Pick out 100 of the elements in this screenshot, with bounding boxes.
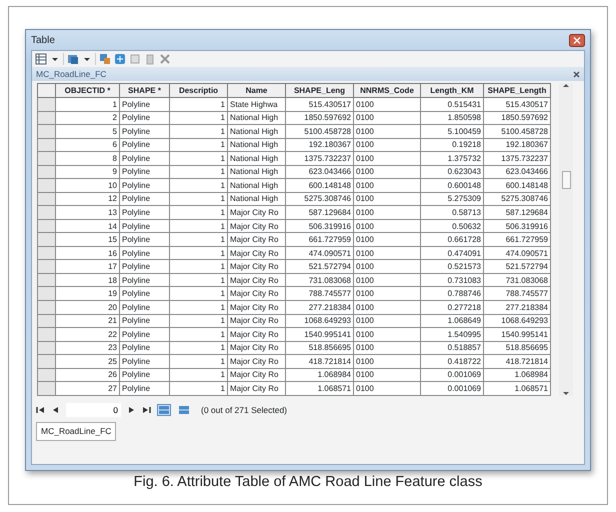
table-cell: 1375.732237	[484, 152, 550, 166]
table-cell: 1	[170, 165, 228, 179]
figure-caption: Fig. 6. Attribute Table of AMC Road Line Feature class	[134, 473, 482, 492]
table-cell: Major City Ro	[228, 206, 286, 220]
table-cell: 518.856695	[484, 341, 550, 355]
table-cell: 25	[56, 354, 120, 368]
table-options-icon[interactable]	[35, 53, 47, 65]
table-cell: National High	[228, 111, 286, 125]
table-cell: 1.068571	[484, 382, 550, 396]
table-cell: 623.043466	[286, 165, 354, 179]
table-cell: 1	[170, 232, 228, 246]
table-cell: 1	[170, 178, 228, 192]
column-header[interactable]: Descriptio	[170, 84, 228, 98]
table-cell: 661.727959	[286, 232, 354, 246]
table-cell: 5275.308746	[286, 192, 354, 206]
table-cell: Polyline	[120, 246, 170, 260]
table-cell: 277.218384	[484, 300, 550, 314]
table-cell: Polyline	[120, 354, 170, 368]
row-selector[interactable]	[38, 178, 56, 192]
table-cell: 1.850598	[420, 111, 484, 125]
table-cell: 19	[56, 286, 120, 300]
table-cell: 0100	[354, 111, 420, 125]
show-all-records-button[interactable]	[157, 404, 171, 416]
column-header[interactable]: SHAPE *	[120, 84, 170, 98]
row-selector[interactable]	[38, 286, 56, 300]
table-cell: National High	[228, 138, 286, 152]
table-cell: 1850.597692	[286, 111, 354, 125]
row-selector[interactable]	[38, 111, 56, 125]
table-cell: 5100.458728	[484, 124, 550, 138]
table-cell: 418.721814	[286, 354, 354, 368]
table-cell: 1	[170, 368, 228, 382]
row-selector[interactable]	[38, 124, 56, 138]
row-selector[interactable]	[38, 206, 56, 220]
table-cell: 1	[170, 328, 228, 342]
first-record-icon[interactable]	[36, 406, 45, 414]
column-header[interactable]: OBJECTID *	[56, 84, 120, 98]
close-icon[interactable]	[573, 70, 580, 78]
table-cell: 515.430517	[484, 98, 550, 112]
table-cell: 1	[170, 341, 228, 355]
column-header[interactable]: SHAPE_Leng	[286, 84, 354, 98]
table-tab[interactable]: MC_RoadLine_FC	[36, 422, 116, 441]
table-cell: Polyline	[120, 382, 170, 396]
column-header[interactable]: SHAPE_Length	[484, 84, 550, 98]
row-selector[interactable]	[38, 328, 56, 342]
table-cell: 0.001069	[420, 382, 484, 396]
row-selector[interactable]	[38, 273, 56, 287]
scrollbar[interactable]	[559, 83, 573, 396]
table-cell: 474.090571	[286, 246, 354, 260]
scroll-thumb[interactable]	[562, 170, 570, 188]
table-cell: 18	[56, 273, 120, 287]
table-cell: 5275.308746	[484, 192, 550, 206]
table-cell: 0100	[354, 246, 420, 260]
row-selector[interactable]	[38, 219, 56, 233]
row-selector[interactable]	[38, 232, 56, 246]
row-selector[interactable]	[38, 368, 56, 382]
row-selector[interactable]	[38, 152, 56, 166]
table-cell: Polyline	[120, 341, 170, 355]
table-cell: 418.721814	[484, 354, 550, 368]
scroll-up-icon[interactable]	[563, 83, 569, 88]
row-selector[interactable]	[38, 192, 56, 206]
table-name: MC_RoadLine_FC	[36, 68, 106, 80]
table-cell: 1	[170, 152, 228, 166]
table-cell: Major City Ro	[228, 286, 286, 300]
table-cell: 0.58713	[420, 206, 484, 220]
row-selector[interactable]	[38, 246, 56, 260]
table-cell: 20	[56, 300, 120, 314]
row-selector[interactable]	[38, 382, 56, 396]
column-header[interactable]: Name	[228, 84, 286, 98]
next-record-icon[interactable]	[127, 406, 136, 414]
row-selector[interactable]	[38, 260, 56, 274]
delete-icon[interactable]	[159, 53, 171, 65]
close-button[interactable]	[569, 34, 585, 46]
window-title: Table	[31, 34, 55, 48]
table-cell: 474.090571	[484, 246, 550, 260]
table-cell: Major City Ro	[228, 341, 286, 355]
previous-record-icon[interactable]	[51, 406, 60, 414]
row-selector[interactable]	[38, 354, 56, 368]
table-cell: 0100	[354, 178, 420, 192]
scroll-down-icon[interactable]	[563, 391, 569, 396]
table-cell: 623.043466	[484, 165, 550, 179]
row-selector[interactable]	[38, 314, 56, 328]
record-field[interactable]: 0	[66, 403, 121, 417]
table-cell: 1.068571	[286, 382, 354, 396]
row-selector[interactable]	[38, 300, 56, 314]
column-header[interactable]: NNRMS_Code	[354, 84, 420, 98]
show-selected-records-button[interactable]	[177, 404, 191, 416]
table-cell: Polyline	[120, 314, 170, 328]
last-record-icon[interactable]	[142, 406, 151, 414]
table-cell: 587.129684	[286, 206, 354, 220]
table-cell: 0100	[354, 124, 420, 138]
row-selector[interactable]	[38, 98, 56, 112]
table-cell: 0100	[354, 314, 420, 328]
row-selector[interactable]	[38, 341, 56, 355]
row-selector[interactable]	[38, 138, 56, 152]
table-cell: National High	[228, 152, 286, 166]
table-cell: 506.319916	[484, 219, 550, 233]
column-header[interactable]: Length_KM	[420, 84, 484, 98]
row-selector[interactable]	[38, 165, 56, 179]
table-cell: 1	[170, 300, 228, 314]
table-cell: Major City Ro	[228, 300, 286, 314]
